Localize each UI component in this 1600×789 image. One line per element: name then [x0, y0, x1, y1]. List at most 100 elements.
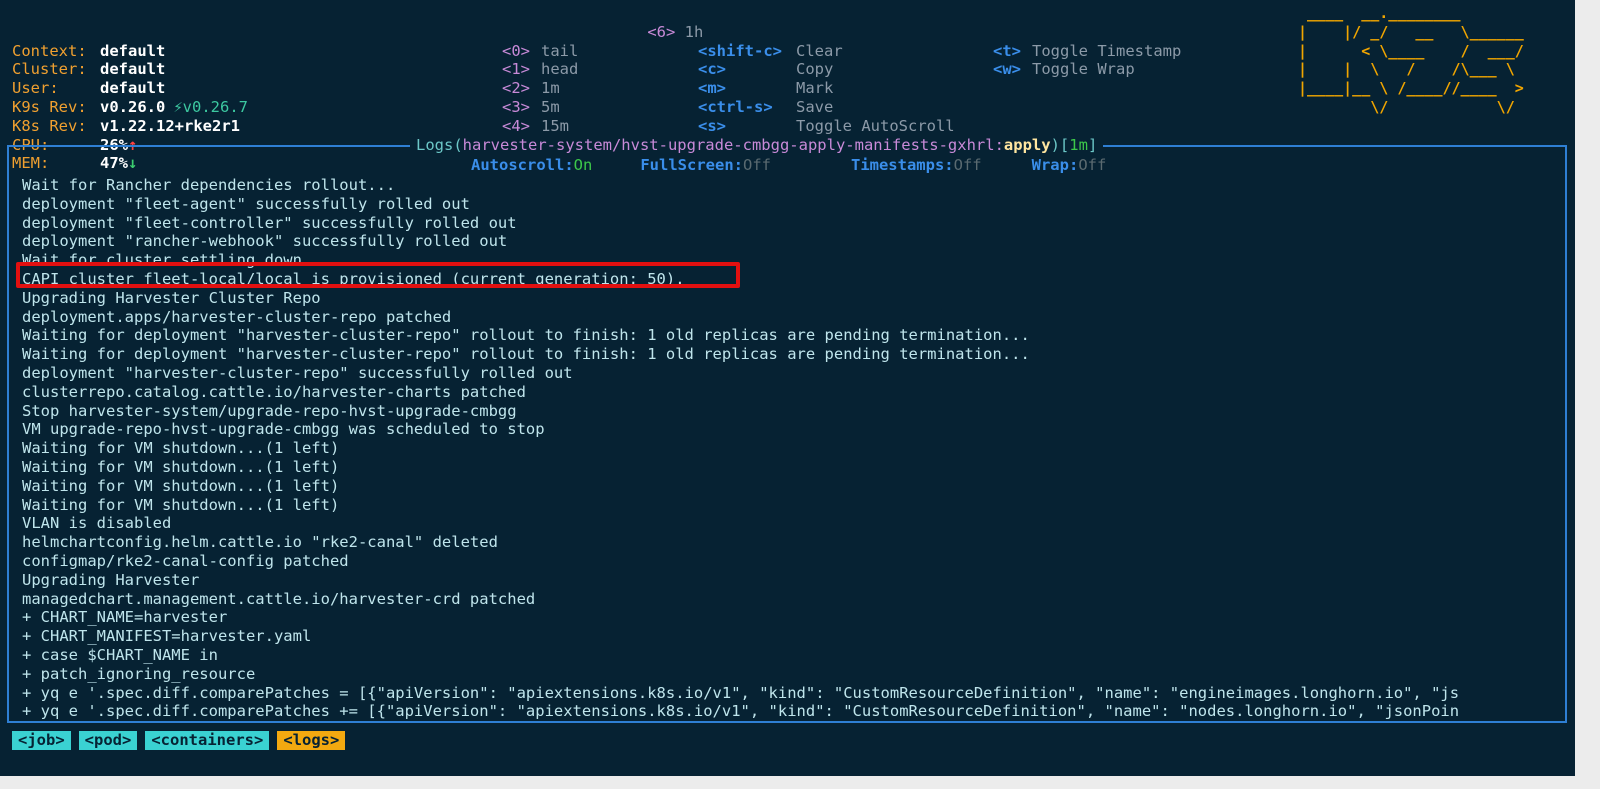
- log-line: Waiting for VM shutdown...(1 left): [22, 457, 340, 476]
- title-mid: )[: [1050, 136, 1070, 154]
- log-line: + case $CHART_NAME in: [22, 645, 218, 664]
- menu-key: <w>: [993, 60, 1021, 79]
- menu-key: <c>: [698, 60, 726, 79]
- log-line: clusterrepo.catalog.cattle.io/harvester-…: [22, 382, 526, 401]
- status-value: On: [573, 156, 593, 174]
- info-label: K9s Rev:: [12, 97, 87, 116]
- log-status-bar: Autoscroll:On FullScreen:Off Timestamps:Of…: [471, 156, 1106, 175]
- info-value: default: [100, 41, 166, 60]
- log-line: deployment "fleet-controller" successful…: [22, 213, 517, 232]
- cluster-info-row: User: default: [12, 79, 248, 98]
- title-suffix: ]: [1087, 136, 1098, 154]
- highlight-annotation-box: [16, 262, 740, 288]
- cluster-info-row: Context: default: [12, 42, 248, 61]
- menu-key: <s>: [698, 116, 726, 135]
- log-line: + yq e '.spec.diff.comparePatches += [{"…: [22, 702, 1460, 721]
- log-line: helmchartconfig.helm.cattle.io "rke2-can…: [22, 533, 498, 552]
- status-value: Off: [742, 156, 771, 174]
- menu-item[interactable]: <0> tail: [502, 42, 578, 61]
- window-edge-right: [1575, 0, 1600, 789]
- logo-line: ____ __.________: [1298, 4, 1524, 22]
- log-line: + CHART_MANIFEST=harvester.yaml: [22, 627, 312, 646]
- menu-item[interactable]: <3> 5m: [502, 98, 578, 117]
- menu-desc: 1m: [541, 79, 560, 98]
- log-line: managedchart.management.cattle.io/harves…: [22, 589, 536, 608]
- pod-path: harvester-system/hvst-upgrade-cmbgg-appl…: [462, 136, 1004, 154]
- breadcrumb-item[interactable]: <containers>: [145, 731, 270, 750]
- cluster-info-row: K8s Rev: v1.22.12+rke2r1: [12, 117, 248, 136]
- log-line: Upgrading Harvester: [22, 570, 200, 589]
- log-line: Upgrading Harvester Cluster Repo: [22, 288, 321, 307]
- menu-desc: Clear: [796, 41, 843, 60]
- breadcrumb-item[interactable]: <logs>: [277, 731, 346, 750]
- menu-item[interactable]: <1> head: [502, 60, 578, 79]
- menu-key: <m>: [698, 79, 726, 98]
- k9s-terminal: Context: default Cluster: default User: defau…: [0, 0, 1575, 776]
- menu-desc: Save: [796, 97, 834, 116]
- menu-desc: Mark: [796, 79, 834, 98]
- menu-item[interactable]: <shift-c> Clear: [698, 42, 955, 61]
- menu-item[interactable]: <m> Mark: [698, 79, 955, 98]
- menu-key: <shift-c>: [698, 41, 782, 60]
- menu-key: <3>: [502, 97, 530, 116]
- log-line: Waiting for deployment "harvester-cluste…: [22, 345, 1030, 364]
- menu-desc: tail: [541, 41, 579, 60]
- status-value: Off: [953, 156, 982, 174]
- info-value: v1.22.12+rke2r1: [100, 116, 240, 135]
- info-value: v0.26.0: [100, 97, 166, 116]
- menu-item[interactable]: <4> 15m: [502, 117, 578, 136]
- log-line: Waiting for VM shutdown...(1 left): [22, 495, 340, 514]
- status-label: Autoscroll:: [471, 156, 574, 174]
- menu-item[interactable]: <s> Toggle AutoScroll: [698, 117, 955, 136]
- info-label: User:: [12, 79, 59, 98]
- cluster-info-row: K9s Rev: v0.26.0 ⚡v0.26.7: [12, 98, 248, 117]
- log-line: Waiting for VM shutdown...(1 left): [22, 439, 340, 458]
- status-label: Wrap:: [1031, 156, 1079, 174]
- menu-key: <2>: [502, 79, 530, 98]
- info-label: K8s Rev:: [12, 116, 87, 135]
- logo-line: | < \____ / ___/: [1298, 41, 1524, 60]
- menu-item[interactable]: <t> Toggle Timestamp: [993, 42, 1181, 61]
- info-label: Context:: [12, 41, 87, 60]
- menu-item[interactable]: <c> Copy: [698, 60, 955, 79]
- menu-desc: Toggle Wrap: [1032, 60, 1135, 79]
- log-line: deployment.apps/harvester-cluster-repo p…: [22, 307, 452, 326]
- menu-item[interactable]: <w> Toggle Wrap: [993, 60, 1181, 79]
- menu-key: <ctrl-s>: [698, 97, 773, 116]
- log-line: Waiting for VM shutdown...(1 left): [22, 476, 340, 495]
- toggle-menu: <t> Toggle Timestamp <w> Toggle Wrap: [993, 4, 1181, 117]
- menu-key: <4>: [502, 116, 530, 135]
- log-line: deployment "fleet-agent" successfully ro…: [22, 194, 470, 213]
- menu-desc: 5m: [541, 97, 560, 116]
- breadcrumb: <job> <pod> <containers> <logs>: [12, 731, 353, 750]
- logo-line: \/ \/: [1298, 97, 1524, 116]
- log-line: deployment "harvester-cluster-repo" succ…: [22, 363, 573, 382]
- breadcrumb-item[interactable]: <job>: [12, 731, 71, 750]
- menu-item[interactable]: <2> 1m: [502, 79, 578, 98]
- logo-line: | |/ _/ __ \______: [1298, 22, 1524, 41]
- latest-version: ⚡v0.26.7: [173, 97, 248, 116]
- breadcrumb-item[interactable]: <pod>: [78, 731, 138, 750]
- logo-line: | | \ / /\___ \: [1298, 60, 1524, 79]
- menu-desc: Copy: [796, 60, 834, 79]
- menu-key: <1>: [502, 60, 530, 79]
- log-line: VM upgrade-repo-hvst-upgrade-cmbgg was s…: [22, 420, 545, 439]
- menu-key: <t>: [993, 41, 1021, 60]
- interval-menu-extra[interactable]: <6> 1h: [610, 4, 703, 60]
- log-line: + patch_ignoring_resource: [22, 664, 256, 683]
- status-label: Timestamps:: [850, 156, 954, 174]
- logo-line: |____|__ \ /____//____ >: [1298, 79, 1524, 98]
- menu-desc: Toggle Timestamp: [1032, 41, 1182, 60]
- log-line: Waiting for deployment "harvester-cluste…: [22, 326, 1030, 345]
- log-line: + yq e '.spec.diff.comparePatches = [{"a…: [22, 683, 1460, 702]
- k9s-logo: ____ __.________ | |/ _/ __ \______ | < \…: [1298, 4, 1524, 117]
- log-line: Stop harvester-system/upgrade-repo-hvst-…: [22, 401, 517, 420]
- info-value: default: [100, 60, 166, 79]
- status-label: FullScreen:: [640, 156, 743, 174]
- log-line: VLAN is disabled: [22, 514, 172, 533]
- log-output[interactable]: Wait for Rancher dependencies rollout...…: [22, 176, 1560, 721]
- menu-key: <0>: [502, 41, 530, 60]
- container-name: apply: [1003, 136, 1051, 154]
- menu-item[interactable]: <ctrl-s> Save: [698, 98, 955, 117]
- log-interval: 1m: [1069, 136, 1088, 154]
